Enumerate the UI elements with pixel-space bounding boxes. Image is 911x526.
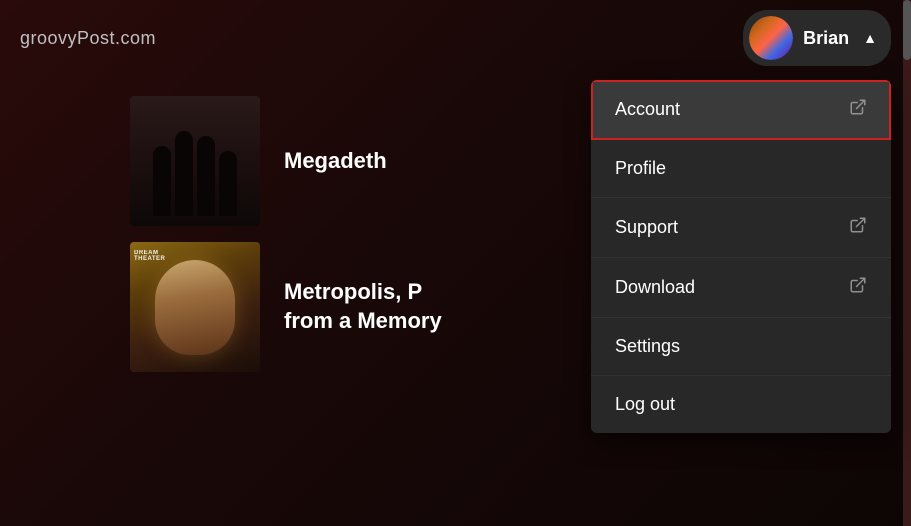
menu-item-account[interactable]: Account [591,80,891,140]
dt-text-overlay: DREAMTHEATER [134,250,165,262]
menu-item-support-label: Support [615,217,678,238]
album-title-line1: Metropolis, P [284,278,442,307]
menu-item-profile[interactable]: Profile [591,140,891,198]
menu-item-logout-label: Log out [615,394,675,415]
band-figures [153,131,237,226]
figure-1 [153,146,171,216]
menu-item-logout[interactable]: Log out [591,376,891,433]
header: groovyPost.com Brian ▲ [0,0,911,76]
user-menu-button[interactable]: Brian ▲ [743,10,891,66]
external-link-icon-download [849,276,867,299]
dt-face [155,260,235,355]
menu-item-settings-label: Settings [615,336,680,357]
album-art-megadeth[interactable] [130,96,260,226]
menu-item-download[interactable]: Download [591,258,891,318]
figure-4 [219,151,237,216]
menu-item-settings[interactable]: Settings [591,318,891,376]
chevron-up-icon: ▲ [863,30,877,46]
figure-2 [175,131,193,216]
menu-item-download-label: Download [615,277,695,298]
figure-3 [197,136,215,216]
album-title-line2: from a Memory [284,307,442,336]
avatar-image [749,16,793,60]
album-title-dreamtheater[interactable]: Metropolis, P from a Memory [284,278,442,335]
dt-artwork: DREAMTHEATER [130,242,260,372]
menu-item-profile-label: Profile [615,158,666,179]
external-link-icon-account [849,98,867,121]
menu-item-account-label: Account [615,99,680,120]
dropdown-menu: Account Profile Support Download [591,80,891,433]
album-title-megadeth[interactable]: Megadeth [284,148,387,174]
avatar [749,16,793,60]
site-logo: groovyPost.com [20,28,156,49]
user-name: Brian [803,28,849,49]
band-silhouette [130,96,260,226]
menu-item-support[interactable]: Support [591,198,891,258]
album-art-dreamtheater[interactable]: DREAMTHEATER [130,242,260,372]
external-link-icon-support [849,216,867,239]
scrollbar[interactable] [903,0,911,526]
